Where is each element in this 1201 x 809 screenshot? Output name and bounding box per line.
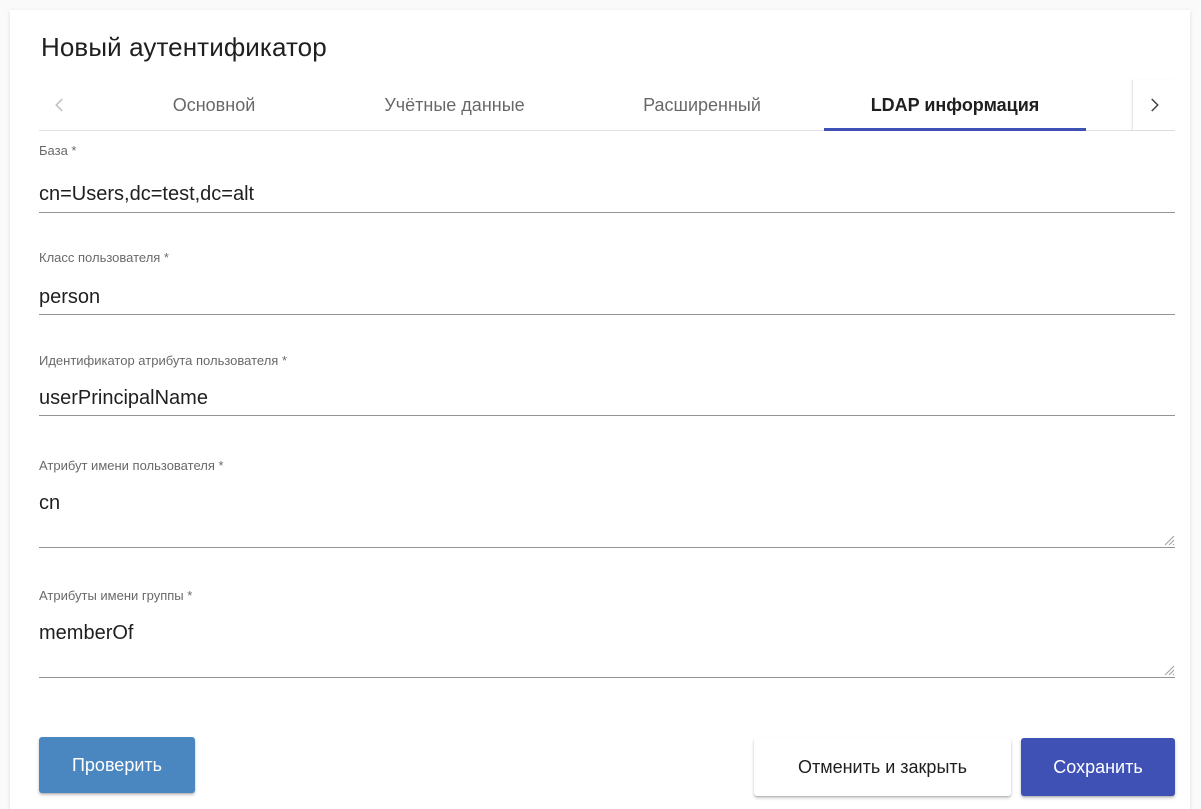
group-name-attributes-textarea[interactable]: memberOf xyxy=(39,622,1175,670)
tabs-scroll-left-button[interactable] xyxy=(39,80,81,130)
user-name-attribute-underline xyxy=(39,547,1175,548)
user-name-attribute-field: Атрибут имени пользователя * cn xyxy=(39,458,1175,550)
new-authenticator-dialog: Новый аутентификатор Основной Учётные да… xyxy=(10,10,1190,809)
cancel-and-close-button[interactable]: Отменить и закрыть xyxy=(754,738,1011,796)
tab-bar: Основной Учётные данные Расширенный LDAP… xyxy=(39,80,1175,131)
user-class-underline xyxy=(39,314,1175,315)
tab-label: Учётные данные xyxy=(384,94,525,115)
resize-handle-icon[interactable] xyxy=(1163,664,1175,676)
test-button[interactable]: Проверить xyxy=(39,737,195,793)
user-id-attribute-field: Идентификатор атрибута пользователя * xyxy=(39,353,1175,419)
base-label: База * xyxy=(39,143,77,158)
chevron-right-icon xyxy=(1151,98,1159,112)
resize-handle-icon[interactable] xyxy=(1163,534,1175,546)
base-input[interactable] xyxy=(39,179,1175,209)
dialog-title: Новый аутентификатор xyxy=(41,32,327,62)
user-name-attribute-textarea[interactable]: cn xyxy=(39,492,1175,540)
user-class-input[interactable] xyxy=(39,282,1175,312)
base-field: База * xyxy=(39,143,1175,215)
user-id-attribute-input[interactable] xyxy=(39,383,1175,413)
save-button[interactable]: Сохранить xyxy=(1021,738,1175,796)
group-name-attributes-field: Атрибуты имени группы * memberOf xyxy=(39,588,1175,680)
user-id-attribute-underline xyxy=(39,415,1175,416)
tab-label: Основной xyxy=(172,94,256,115)
group-name-attributes-label: Атрибуты имени группы * xyxy=(39,588,193,603)
tab-advanced[interactable]: Расширенный xyxy=(602,80,802,130)
tab-label: LDAP информация xyxy=(870,94,1040,115)
group-name-attributes-underline xyxy=(39,677,1175,678)
base-underline xyxy=(39,212,1175,213)
user-name-attribute-label: Атрибут имени пользователя * xyxy=(39,458,224,473)
tabs-scroll-right-button[interactable] xyxy=(1132,80,1175,130)
tab-label: Расширенный xyxy=(643,94,761,115)
tab-credentials[interactable]: Учётные данные xyxy=(342,80,567,130)
user-id-attribute-label: Идентификатор атрибута пользователя * xyxy=(39,353,288,368)
user-class-label: Класс пользователя * xyxy=(39,250,169,265)
user-class-field: Класс пользователя * xyxy=(39,250,1175,316)
tab-main[interactable]: Основной xyxy=(136,80,292,130)
tab-ldap-info[interactable]: LDAP информация xyxy=(824,80,1086,131)
chevron-left-icon xyxy=(55,98,63,112)
